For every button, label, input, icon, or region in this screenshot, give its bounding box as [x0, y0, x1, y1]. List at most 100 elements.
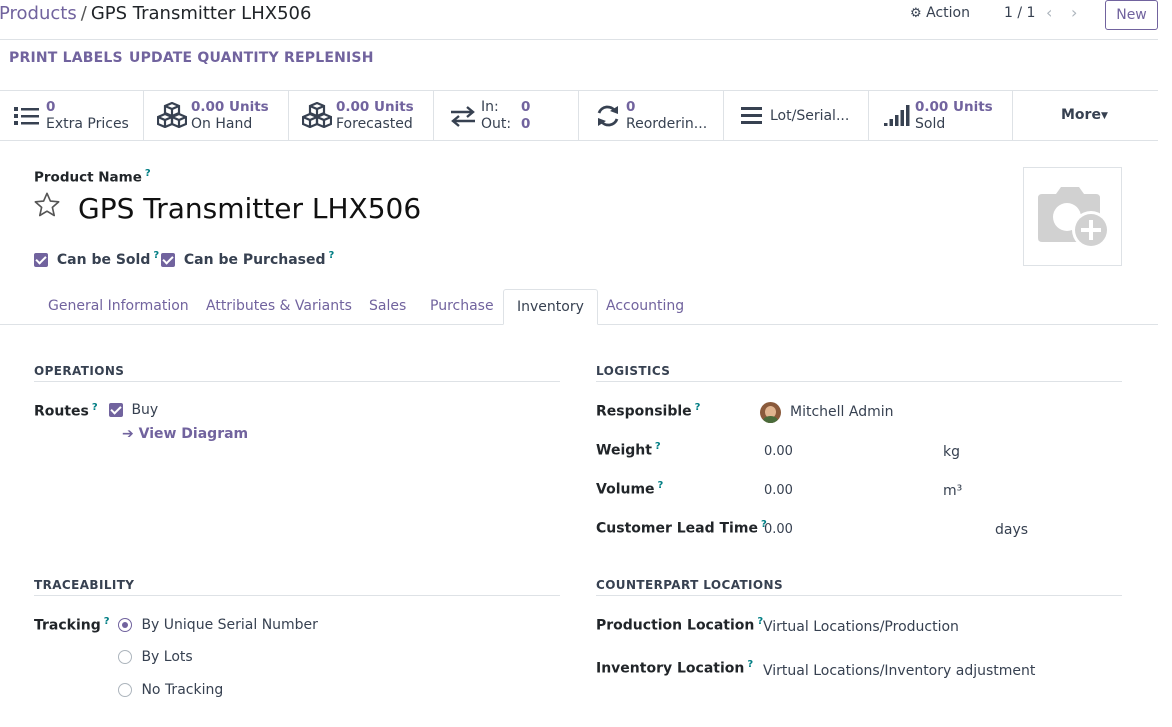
radio-unselected-icon — [118, 683, 132, 697]
weight-input[interactable]: 0.00 — [764, 444, 793, 459]
forecasted-label: Forecasted — [336, 116, 413, 132]
action-menu-button[interactable]: ⚙ Action — [910, 5, 970, 21]
reordering-count: 0 — [626, 99, 636, 115]
avatar — [760, 402, 781, 423]
bars-icon — [741, 107, 762, 124]
tracking-label-text: Tracking — [34, 617, 101, 634]
route-buy-label: Buy — [131, 402, 159, 418]
radio-selected-icon — [118, 618, 132, 632]
extra-prices-button[interactable]: 0 Extra Prices — [0, 91, 144, 140]
product-name-field[interactable]: GPS Transmitter LHX506 — [78, 192, 421, 225]
customer-lead-time-input[interactable]: 0.00 — [764, 522, 793, 537]
operations-section-title: OPERATIONS — [34, 364, 560, 382]
tracking-option-none[interactable]: No Tracking — [118, 682, 223, 698]
caret-down-icon: ▼ — [1101, 111, 1108, 121]
chevron-left-icon[interactable]: ‹ — [1046, 3, 1052, 22]
print-labels-button[interactable]: PRINT LABELS — [9, 50, 123, 66]
tab-sales[interactable]: Sales — [356, 289, 419, 325]
help-tooltip-icon[interactable]: ? — [747, 659, 753, 670]
product-name-label-text: Product Name — [34, 169, 142, 186]
reordering-label: Reorderin... — [626, 116, 708, 132]
tracking-option-lots[interactable]: By Lots — [118, 649, 193, 665]
can-be-purchased-checkbox[interactable]: Can be Purchased? — [161, 250, 334, 268]
on-hand-button[interactable]: 0.00 Units On Hand — [144, 91, 289, 140]
in-label: In: — [481, 99, 499, 115]
breadcrumb-products-link[interactable]: Products — [0, 3, 77, 24]
tab-accounting[interactable]: Accounting — [593, 289, 697, 325]
volume-unit: m³ — [943, 483, 963, 499]
tracking-option-lots-label: By Lots — [141, 649, 193, 665]
reordering-rules-button[interactable]: 0 Reorderin... — [579, 91, 724, 140]
logistics-section-title: LOGISTICS — [596, 364, 1122, 382]
sold-value: 0.00 Units — [915, 99, 993, 115]
product-name-label: Product Name? — [34, 168, 151, 186]
tracking-option-none-label: No Tracking — [141, 682, 224, 698]
on-hand-value: 0.00 Units — [191, 99, 269, 115]
route-buy-checkbox[interactable]: Buy — [109, 402, 158, 418]
help-tooltip-icon[interactable]: ? — [104, 616, 110, 627]
can-be-purchased-label: Can be Purchased — [183, 251, 326, 268]
tracking-option-serial[interactable]: By Unique Serial Number — [118, 617, 318, 633]
production-location-label-text: Production Location — [596, 617, 755, 634]
in-value: 0 — [521, 99, 531, 115]
traceability-section-title: TRACEABILITY — [34, 578, 560, 596]
lot-serial-button[interactable]: Lot/Serial... — [724, 91, 869, 140]
production-location-field[interactable]: Virtual Locations/Production — [763, 619, 959, 635]
routes-label: Routes? — [34, 402, 98, 420]
cubes-icon — [157, 102, 187, 128]
extra-prices-count: 0 — [46, 99, 56, 115]
list-icon — [14, 107, 39, 125]
refresh-icon — [597, 105, 619, 127]
help-tooltip-icon[interactable]: ? — [695, 402, 701, 413]
checkbox-checked-icon — [34, 252, 48, 267]
lot-serial-label: Lot/Serial... — [770, 108, 850, 124]
out-value: 0 — [521, 116, 531, 132]
sold-label: Sold — [915, 116, 946, 132]
sold-button[interactable]: 0.00 Units Sold — [869, 91, 1013, 140]
forecasted-button[interactable]: 0.00 Units Forecasted — [289, 91, 434, 140]
volume-input[interactable]: 0.00 — [764, 483, 793, 498]
view-diagram-label: View Diagram — [138, 426, 249, 442]
radio-unselected-icon — [118, 650, 132, 664]
inventory-location-field[interactable]: Virtual Locations/Inventory adjustment — [763, 663, 1035, 679]
can-be-sold-checkbox[interactable]: Can be Sold? — [34, 250, 159, 268]
help-tooltip-icon[interactable]: ? — [655, 441, 661, 452]
inventory-location-label-text: Inventory Location — [596, 660, 745, 677]
help-tooltip-icon[interactable]: ? — [329, 250, 335, 261]
cubes-icon — [302, 102, 332, 128]
replenish-button[interactable]: REPLENISH — [284, 50, 374, 66]
gear-icon: ⚙ — [910, 6, 922, 21]
help-tooltip-icon[interactable]: ? — [145, 168, 151, 179]
routes-label-text: Routes — [34, 403, 89, 420]
responsible-field[interactable]: Mitchell Admin — [790, 404, 894, 420]
breadcrumb-separator: / — [80, 3, 87, 24]
action-label: Action — [926, 5, 970, 21]
arrow-right-icon: ➔ — [122, 426, 134, 442]
checkbox-checked-icon — [109, 403, 123, 417]
camera-add-icon — [1038, 187, 1110, 249]
help-tooltip-icon[interactable]: ? — [153, 250, 159, 261]
view-diagram-link[interactable]: ➔ View Diagram — [122, 426, 248, 442]
tab-inventory[interactable]: Inventory — [503, 289, 598, 325]
pager-value[interactable]: 1 / 1 — [1004, 5, 1035, 21]
customer-lead-time-label-text: Customer Lead Time — [596, 520, 758, 537]
responsible-label: Responsible? — [596, 402, 700, 420]
tab-attributes-variants[interactable]: Attributes & Variants — [193, 289, 365, 325]
volume-label: Volume? — [596, 480, 663, 498]
chevron-right-icon[interactable]: › — [1071, 3, 1077, 22]
volume-label-text: Volume — [596, 481, 655, 498]
tab-general-information[interactable]: General Information — [35, 289, 202, 325]
more-button[interactable]: More ▼ — [1013, 91, 1158, 140]
form-header: PRINT LABELS UPDATE QUANTITY REPLENISH — [0, 40, 1158, 91]
product-image-upload[interactable] — [1023, 167, 1122, 266]
in-out-button[interactable]: In: 0 Out: 0 — [434, 91, 579, 140]
help-tooltip-icon[interactable]: ? — [92, 402, 98, 413]
favorite-star-icon[interactable] — [33, 191, 61, 219]
customer-lead-time-label: Customer Lead Time? — [596, 519, 767, 537]
tab-purchase[interactable]: Purchase — [417, 289, 507, 325]
help-tooltip-icon[interactable]: ? — [658, 480, 664, 491]
notebook-tabs: General Information Attributes & Variant… — [0, 289, 1158, 325]
update-quantity-button[interactable]: UPDATE QUANTITY — [129, 50, 279, 66]
responsible-label-text: Responsible — [596, 403, 692, 420]
new-button[interactable]: New — [1105, 0, 1158, 30]
